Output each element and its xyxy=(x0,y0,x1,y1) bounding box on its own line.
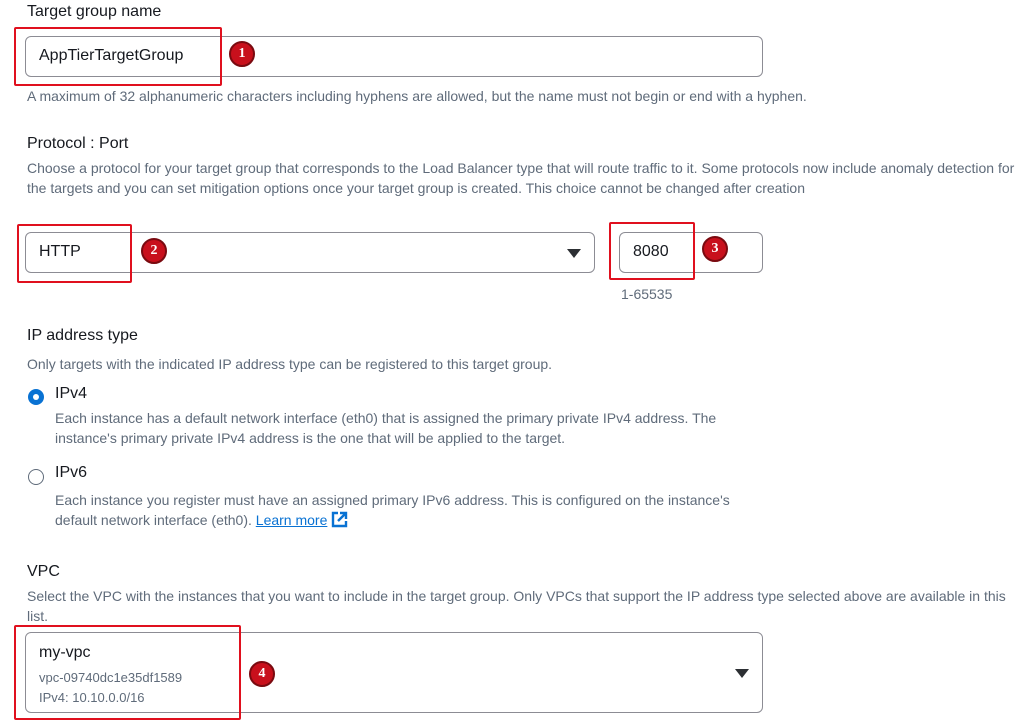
target-group-name-label: Target group name xyxy=(27,3,162,20)
ipv6-radio[interactable] xyxy=(28,469,44,485)
ipv4-label[interactable]: IPv4 xyxy=(55,385,87,403)
ip-address-type-description: Only targets with the indicated IP addre… xyxy=(27,356,553,372)
target-group-name-hint: A maximum of 32 alphanumeric characters … xyxy=(27,88,807,104)
ipv6-description: Each instance you register must have an … xyxy=(55,492,730,528)
vpc-description: Select the VPC with the instances that y… xyxy=(27,588,1006,624)
learn-more-label: Learn more xyxy=(255,512,328,528)
annotation-badge-1: 1 xyxy=(229,41,255,67)
annotation-box-4 xyxy=(14,625,241,720)
annotation-badge-3: 3 xyxy=(702,236,728,262)
annotation-box-2 xyxy=(17,224,132,283)
annotation-badge-2: 2 xyxy=(141,238,167,264)
ip-address-type-label: IP address type xyxy=(27,327,138,344)
ipv4-description: Each instance has a default network inte… xyxy=(55,410,717,446)
vpc-label: VPC xyxy=(27,563,60,580)
annotation-box-1 xyxy=(14,27,222,86)
ipv6-description-block: Each instance you register must have an … xyxy=(55,490,755,530)
external-link-icon[interactable] xyxy=(331,511,348,528)
learn-more-link[interactable]: Learn more xyxy=(256,512,328,528)
ipv4-radio[interactable] xyxy=(28,389,44,405)
annotation-badge-4: 4 xyxy=(249,661,275,687)
protocol-port-label: Protocol : Port xyxy=(27,135,129,152)
annotation-box-3 xyxy=(609,222,695,280)
ipv6-label[interactable]: IPv6 xyxy=(55,464,87,482)
chevron-down-icon xyxy=(567,249,581,258)
protocol-port-description: Choose a protocol for your target group … xyxy=(27,160,1015,196)
chevron-down-icon xyxy=(735,669,749,678)
port-hint: 1-65535 xyxy=(621,286,673,302)
